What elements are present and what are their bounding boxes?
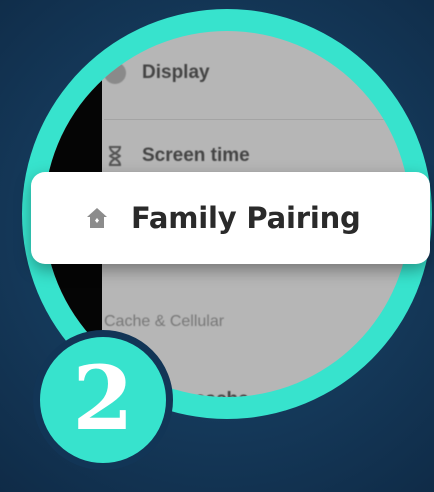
settings-item-label: Screen time: [142, 145, 250, 166]
divider: [104, 119, 410, 120]
step-number-badge: 2: [33, 330, 173, 470]
house-icon: [85, 206, 109, 230]
settings-item-display[interactable]: Display: [104, 62, 210, 84]
step-number: 2: [72, 346, 134, 450]
section-header-cache-cellular: Cache & Cellular: [104, 313, 225, 330]
display-icon: [104, 62, 126, 84]
hourglass-icon: [104, 146, 126, 166]
settings-item-screen-time[interactable]: Screen time: [104, 145, 250, 167]
settings-item-family-pairing[interactable]: Family Pairing: [31, 172, 430, 264]
settings-item-label: Display: [142, 62, 210, 83]
family-pairing-label: Family Pairing: [131, 201, 361, 235]
